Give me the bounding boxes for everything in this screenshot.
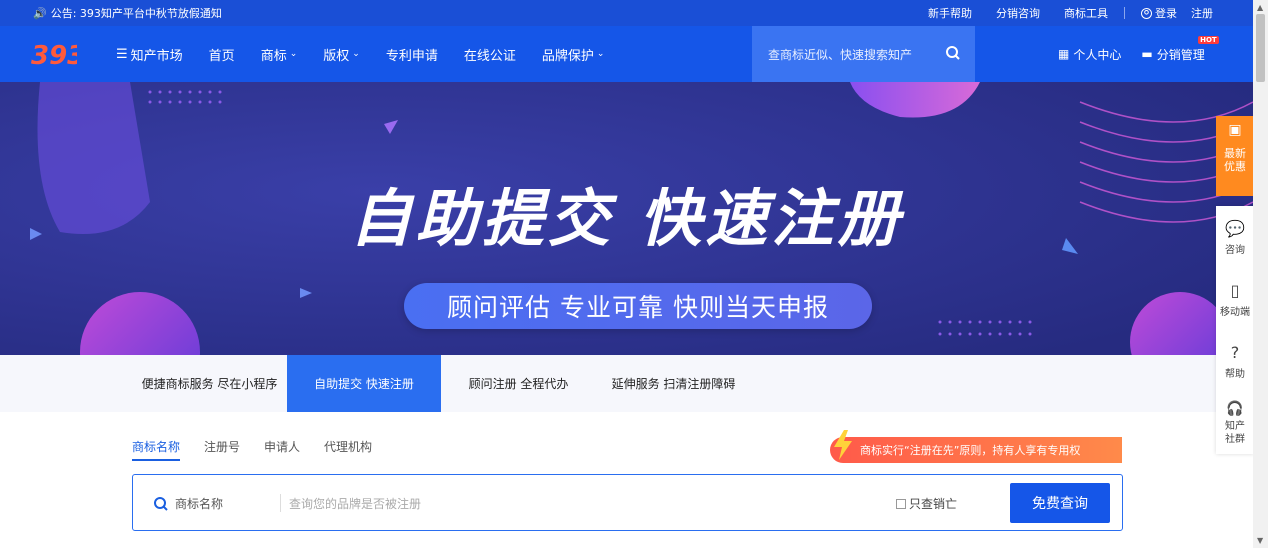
sidebar-label: 知产社群 [1225,420,1245,445]
sidebar-panel: 💬 咨询 ▯ 移动端 ? 帮助 🎧 知产社群 [1216,206,1254,454]
lightning-icon [834,430,852,460]
notice-text[interactable]: 公告: 393知产平台中秋节放假通知 [51,5,222,21]
tm-tools-link[interactable]: 商标工具 [1064,5,1108,21]
nav-notary[interactable]: 在线公证 [464,45,516,64]
nav-label: 知产市场 [130,48,183,64]
tab-mini-program[interactable]: 便捷商标服务 尽在小程序 [132,355,287,412]
stab-trademark-name[interactable]: 商标名称 [132,438,181,461]
user-center-label: 个人中心 [1073,47,1122,62]
nav-label: 首页 [208,48,235,64]
banner-subheadline: 顾问评估 专业可靠 快则当天申报 [404,283,872,329]
banner-headline: 自助提交 快速注册 [349,182,904,255]
stab-reg-number[interactable]: 注册号 [204,438,240,461]
sidebar-item-mobile[interactable]: ▯ 移动端 [1216,268,1254,330]
headset-icon: 🎧 [1226,400,1244,417]
nav-copyright[interactable]: 版权 ⌄ [323,45,360,64]
trademark-search-input[interactable]: 查询您的品牌是否被注册 [289,475,849,532]
nav-search[interactable]: 查商标近似、快速搜索知产 [752,26,975,82]
search-icon [154,496,168,511]
search-type-tabs: 商标名称 注册号 申请人 代理机构 [132,438,396,461]
mobile-icon: ▯ [1230,280,1240,300]
nav-label: 在线公证 [463,48,516,64]
sidebar-item-consult[interactable]: 💬 咨询 [1216,206,1254,268]
sidebar-item-help[interactable]: ? 帮助 [1216,330,1254,392]
user-icon [1141,7,1152,19]
list-icon: ☰ [116,46,128,62]
nav-label: 品牌保护 [541,48,594,64]
notice[interactable]: 🔊 公告: 393知产平台中秋节放假通知 [33,0,222,26]
chevron-down-icon: ⌄ [596,49,605,59]
nav-trademark[interactable]: 商标 ⌄ [261,45,298,64]
page: 🔊 公告: 393知产平台中秋节放假通知 新手帮助 分销咨询 商标工具 登录 注… [0,0,1268,548]
right-sidebar: ▣ 最新优惠 💬 咨询 ▯ 移动端 ? 帮助 🎧 知产社群 [1216,116,1254,454]
sidebar-promo-label: 最新优惠 [1224,147,1246,173]
speaker-icon: 🔊 [33,6,47,20]
divider [280,494,281,512]
nav-search-placeholder: 查商标近似、快速搜索知产 [768,47,913,62]
login-label: 登录 [1155,7,1177,20]
search-label: 商标名称 [153,475,223,532]
sidebar-label: 移动端 [1220,306,1250,318]
promo-ribbon: 商标实行“注册在先”原则，持有人享有专用权 [830,437,1122,463]
trademark-search-box: 商标名称 查询您的品牌是否被注册 只查销亡 免费查询 [132,474,1123,531]
hot-badge: HOT [1198,35,1219,44]
nav-ip-market[interactable]: ☰ 知产市场 [116,45,183,64]
top-links: 新手帮助 分销咨询 商标工具 登录 注册 [904,0,1213,26]
login-link[interactable]: 登录 [1141,5,1177,21]
tab-extended[interactable]: 延伸服务 扫清注册障碍 [596,355,751,412]
chevron-down-icon: ⌄ [352,49,360,59]
user-center-link[interactable]: ▦ 个人中心 [1058,46,1121,63]
sidebar-promo[interactable]: ▣ 最新优惠 [1216,116,1254,196]
divider [1124,7,1125,19]
checkbox-label: 只查销亡 [909,497,958,511]
nav-right: ▦ 个人中心 ▬ 分销管理 HOT [1058,26,1225,82]
help-link[interactable]: 新手帮助 [928,5,972,21]
scrollbar[interactable]: ▲ ▼ [1253,0,1268,548]
top-bar: 🔊 公告: 393知产平台中秋节放假通知 新手帮助 分销咨询 商标工具 登录 注… [0,0,1253,26]
scroll-up-icon[interactable]: ▲ [1257,3,1263,12]
stab-agency[interactable]: 代理机构 [324,438,372,461]
scrollbar-thumb[interactable] [1256,14,1265,82]
briefcase-icon: ▬ [1141,47,1153,61]
scroll-down-icon[interactable]: ▼ [1257,536,1263,545]
dist-mgmt-link[interactable]: ▬ 分销管理 HOT [1141,35,1219,63]
free-search-button[interactable]: 免费查询 [1010,483,1110,523]
nav-brand-protect[interactable]: 品牌保护 ⌄ [542,45,605,64]
dist-mgmt-label: 分销管理 [1156,47,1205,62]
register-link[interactable]: 注册 [1191,5,1213,21]
main-nav: 393 ☰知产市场 首页 商标⌄ 版权⌄ 专利申请 在线公证 品牌保护⌄ 查商标… [0,26,1253,82]
logo[interactable]: 393 [31,36,77,72]
nav-label: 版权 [323,48,350,64]
help-icon: ? [1230,342,1240,362]
chevron-down-icon: ⌄ [289,49,298,59]
search-icon[interactable] [945,45,961,61]
sidebar-item-community[interactable]: 🎧 知产社群 [1216,392,1254,454]
nav-menu: ☰ 知产市场 首页 商标 ⌄ 版权 ⌄ 专利申请 在线公证 品牌保护 ⌄ [116,26,630,82]
nav-label: 商标 [260,48,287,64]
nav-home[interactable]: 首页 [209,45,235,64]
tab-consultant[interactable]: 顾问注册 全程代办 [441,355,596,412]
nav-patent[interactable]: 专利申请 [386,45,438,64]
logo-text: 393 [31,41,77,71]
feature-tabs: 便捷商标服务 尽在小程序 自助提交 快速注册 顾问注册 全程代办 延伸服务 扫清… [0,355,1253,412]
hero-banner[interactable]: 自助提交 快速注册 顾问评估 专业可靠 快则当天申报 [0,82,1253,355]
chat-icon: 💬 [1225,218,1245,238]
gift-icon: ▣ [1228,122,1242,138]
nav-label: 专利申请 [385,48,438,64]
dist-consult-link[interactable]: 分销咨询 [996,5,1040,21]
search-label-text: 商标名称 [175,497,224,511]
tab-self-submit[interactable]: 自助提交 快速注册 [287,355,441,412]
sidebar-label: 咨询 [1225,244,1245,256]
grid-icon: ▦ [1058,47,1070,61]
sidebar-label: 帮助 [1225,368,1245,380]
stab-applicant[interactable]: 申请人 [264,438,300,461]
only-canceled-checkbox[interactable]: 只查销亡 [896,475,957,532]
checkbox-icon [896,498,906,509]
